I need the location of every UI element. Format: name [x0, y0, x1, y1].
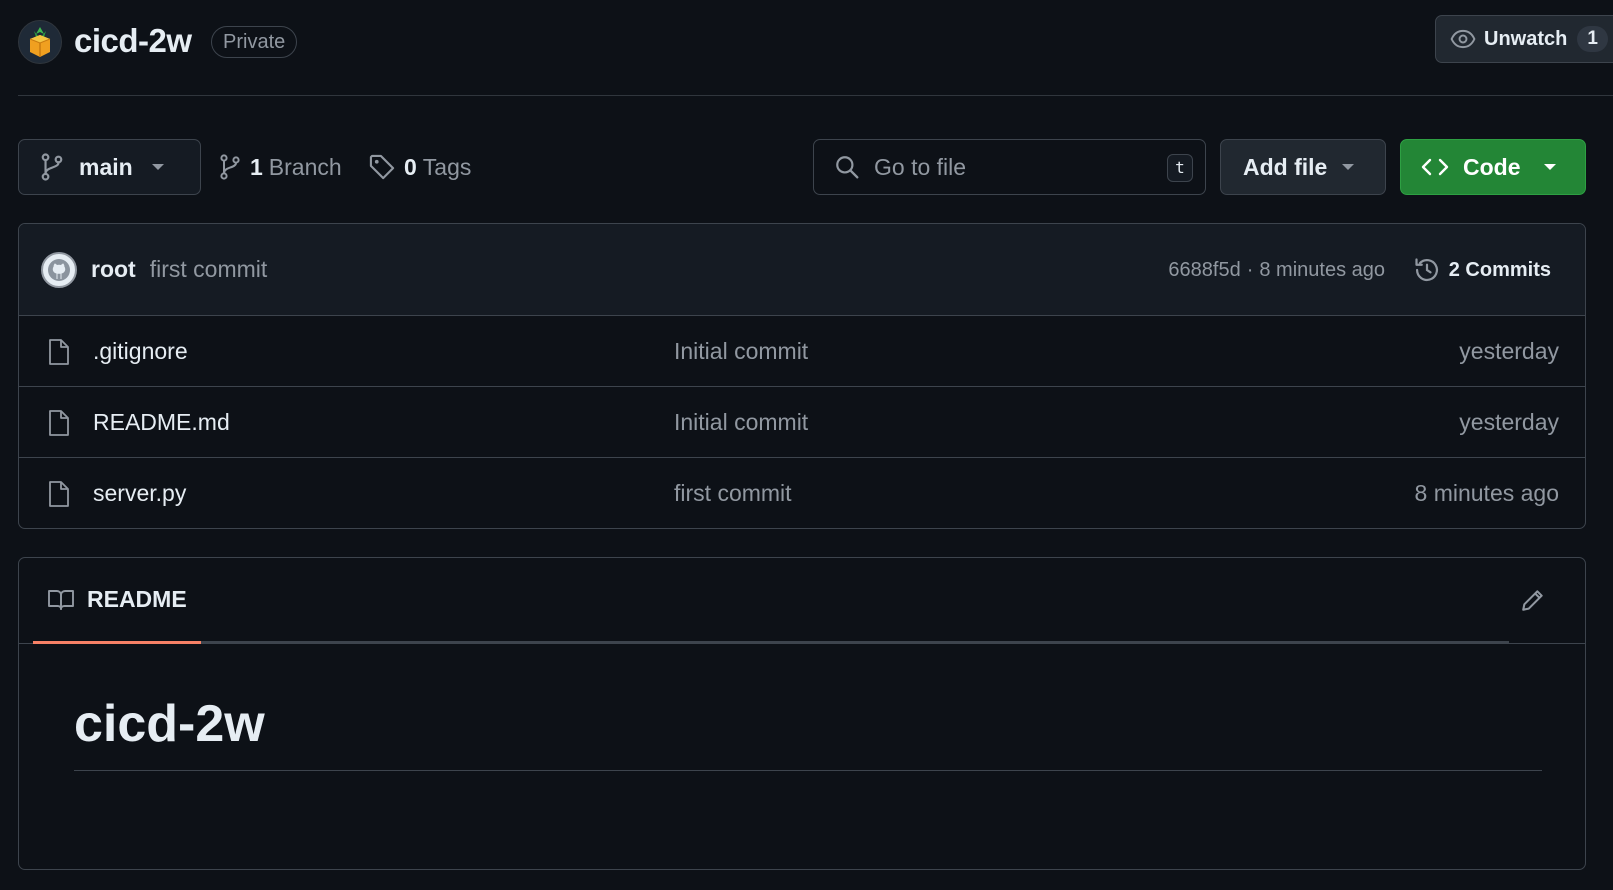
branches-link[interactable]: 1 Branch	[218, 139, 342, 195]
file-commit-message[interactable]: Initial commit	[674, 338, 808, 365]
go-to-file-search[interactable]: t	[813, 139, 1206, 195]
edit-readme-button[interactable]	[1517, 584, 1549, 616]
tags-link[interactable]: 0 Tags	[368, 139, 471, 195]
caret-down-icon	[151, 164, 164, 170]
code-label: Code	[1463, 153, 1521, 180]
caret-down-icon	[1543, 164, 1556, 170]
readme-tabbar: README	[19, 558, 1585, 644]
commit-meta: 6688f5d · 8 minutes ago	[1168, 224, 1385, 316]
file-icon	[49, 481, 69, 507]
branch-name: main	[79, 153, 133, 180]
file-row[interactable]: README.md Initial commit yesterday	[19, 387, 1585, 458]
branches-label: Branch	[268, 153, 342, 180]
book-icon	[48, 589, 74, 610]
commit-author[interactable]: root	[91, 256, 136, 283]
readme-heading: cicd-2w	[74, 694, 1542, 771]
file-browser: root first commit 6688f5d · 8 minutes ag…	[18, 223, 1586, 529]
repo-owner-avatar[interactable]	[18, 20, 62, 64]
unwatch-button[interactable]: Unwatch 1	[1435, 15, 1613, 63]
file-name[interactable]: .gitignore	[93, 338, 188, 365]
tags-count: 0	[404, 153, 417, 180]
tag-icon	[369, 154, 395, 180]
file-row[interactable]: .gitignore Initial commit yesterday	[19, 316, 1585, 387]
commits-history-link[interactable]: 2 Commits	[1413, 224, 1551, 316]
commit-message[interactable]: first commit	[150, 256, 268, 283]
tab-divider	[201, 641, 1509, 643]
file-commit-date: 8 minutes ago	[1414, 480, 1559, 506]
file-row[interactable]: server.py first commit 8 minutes ago	[19, 458, 1585, 528]
history-icon	[1415, 258, 1438, 282]
pencil-icon	[1522, 590, 1543, 611]
file-commit-date: yesterday	[1459, 337, 1559, 364]
code-button[interactable]: Code	[1400, 139, 1586, 195]
readme-content: cicd-2w	[19, 644, 1585, 821]
file-name[interactable]: server.py	[93, 480, 186, 507]
git-branch-icon	[220, 154, 240, 180]
commit-hash[interactable]: 6688f5d	[1168, 259, 1240, 282]
repo-header: cicd-2w Private Unwatch 1	[18, 0, 1613, 96]
commit-author-avatar[interactable]	[41, 251, 77, 288]
tags-label: Tags	[422, 153, 472, 180]
tab-readme[interactable]: README	[33, 558, 201, 644]
repo-name[interactable]: cicd-2w	[74, 22, 192, 60]
file-commit-date: yesterday	[1459, 408, 1559, 435]
commit-separator: ·	[1246, 258, 1254, 281]
file-icon	[49, 339, 69, 365]
github-octocat-icon	[48, 258, 70, 281]
watch-count: 1	[1577, 26, 1608, 52]
caret-down-icon	[1342, 164, 1355, 170]
eye-icon	[1450, 29, 1476, 49]
branch-selector[interactable]: main	[18, 139, 201, 195]
file-icon	[49, 410, 69, 436]
file-name[interactable]: README.md	[93, 409, 230, 436]
branches-count: 1	[250, 153, 263, 180]
add-file-label: Add file	[1243, 153, 1328, 180]
readme-tab-label: README	[87, 586, 187, 612]
code-icon	[1421, 158, 1449, 176]
visibility-badge: Private	[211, 26, 298, 58]
git-branch-icon	[41, 153, 63, 181]
latest-commit-bar: root first commit 6688f5d · 8 minutes ag…	[19, 224, 1585, 316]
file-commit-message[interactable]: Initial commit	[674, 409, 808, 436]
search-icon	[836, 156, 859, 179]
file-commit-message[interactable]: first commit	[674, 480, 792, 507]
pineapple-icon	[29, 27, 51, 57]
commit-time: 8 minutes ago	[1259, 258, 1385, 281]
repo-toolbar: main 1 Branch 0 Tags t Add file	[18, 139, 1586, 195]
commits-count-label: 2 Commits	[1448, 258, 1551, 281]
unwatch-label: Unwatch	[1484, 27, 1568, 50]
shortcut-key: t	[1167, 154, 1193, 182]
go-to-file-input[interactable]	[874, 153, 1154, 181]
add-file-button[interactable]: Add file	[1220, 139, 1386, 195]
readme-panel: README cicd-2w	[18, 557, 1586, 870]
